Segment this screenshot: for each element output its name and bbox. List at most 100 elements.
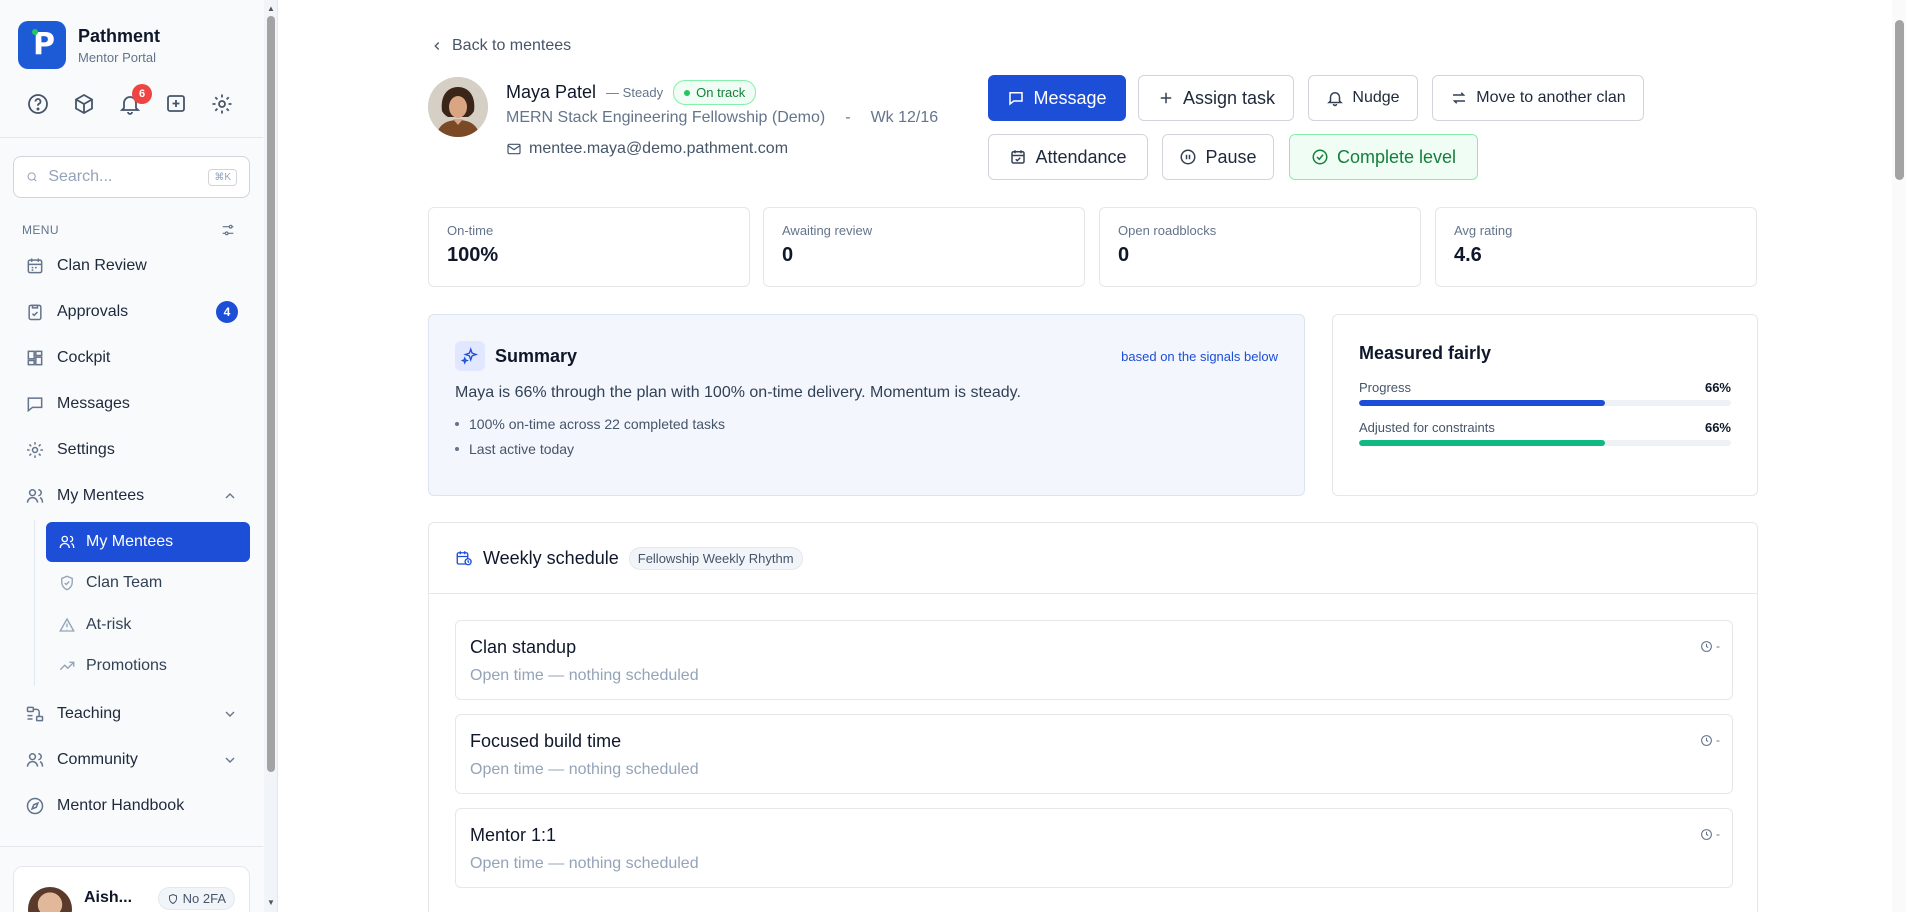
schedule-slot[interactable]: Clan standup Open time — nothing schedul…	[455, 620, 1733, 700]
page-scrollbar-thumb[interactable]	[1895, 20, 1904, 180]
sidebar-item-my-mentees[interactable]: My Mentees	[13, 476, 250, 516]
sidebar-item-community[interactable]: Community	[13, 740, 250, 780]
sidebar-item-teaching[interactable]: Teaching	[13, 694, 250, 734]
attendance-button-label: Attendance	[1035, 146, 1127, 167]
package-icon[interactable]	[72, 92, 96, 116]
measured-fairly-title: Measured fairly	[1359, 343, 1492, 363]
sidebar-item-label: Cockpit	[57, 349, 111, 366]
main-content: Back to mentees Maya Patel — Steady On t…	[278, 0, 1906, 912]
chevron-up-icon	[225, 493, 235, 499]
weekly-schedule-card: Weekly schedule Fellowship Weekly Rhythm…	[428, 522, 1758, 912]
bell-icon	[1327, 92, 1344, 107]
sidebar-item-label: Mentor Handbook	[57, 797, 185, 814]
shield-icon	[61, 575, 73, 591]
users-icon	[59, 535, 75, 549]
sidebar-item-label: Messages	[57, 395, 130, 412]
slot-time: -	[1700, 733, 1720, 747]
menu-heading-label: MENU	[22, 223, 59, 237]
sidebar-subitem-at-risk[interactable]: At-risk	[46, 605, 250, 645]
clock-icon	[1701, 640, 1712, 652]
sidebar-scrollbar-thumb[interactable]	[267, 16, 275, 772]
progress-bar-fill	[1359, 400, 1605, 406]
slot-time: -	[1700, 639, 1720, 653]
sliders-icon[interactable]	[220, 222, 236, 238]
sidebar-subitem-promotions[interactable]: Promotions	[46, 646, 250, 686]
chevron-left-icon	[434, 42, 440, 50]
message-icon	[27, 397, 43, 413]
search-box[interactable]: ⌘K	[13, 156, 250, 198]
sidebar-item-cockpit[interactable]: Cockpit	[13, 338, 250, 378]
sidebar-item-clan-review[interactable]: Clan Review	[13, 246, 250, 286]
summary-bullets: 100% on-time across 22 completed tasks L…	[455, 416, 1278, 457]
divider	[0, 846, 263, 847]
sidebar-subitem-clan-team[interactable]: Clan Team	[46, 563, 250, 603]
calendar-check-icon	[1011, 150, 1026, 164]
mentee-program-line: MERN Stack Engineering Fellowship (Demo)…	[506, 109, 938, 127]
attendance-button[interactable]: Attendance	[988, 134, 1148, 180]
complete-level-button-label: Complete level	[1336, 146, 1457, 167]
summary-bullet: 100% on-time across 22 completed tasks	[455, 416, 1278, 432]
back-to-mentees-link[interactable]: Back to mentees	[430, 37, 571, 55]
mentee-email-line: mentee.maya@demo.pathment.com	[506, 140, 788, 158]
sidebar-item-mentor-handbook[interactable]: Mentor Handbook	[13, 786, 250, 826]
summary-signals-link[interactable]: based on the signals below	[1121, 349, 1278, 364]
weekly-schedule-header: Weekly schedule Fellowship Weekly Rhythm	[429, 523, 1757, 594]
sidebar-subitem-label: Promotions	[86, 657, 167, 674]
avatar	[28, 887, 72, 912]
clock-icon	[1701, 734, 1712, 746]
swap-icon	[1452, 92, 1466, 104]
add-post-icon[interactable]	[164, 92, 188, 116]
assign-task-button[interactable]: Assign task	[1138, 75, 1294, 121]
scroll-down-arrow[interactable]: ▼	[266, 898, 276, 907]
sidebar-item-label: Community	[57, 751, 138, 768]
clipboard-check-icon	[28, 304, 42, 321]
twofa-label: No 2FA	[182, 891, 226, 906]
complete-level-button[interactable]: Complete level	[1289, 134, 1478, 180]
schedule-slot[interactable]: Focused build time Open time — nothing s…	[455, 714, 1733, 794]
notification-count-badge: 6	[132, 84, 152, 104]
adjusted-bar-row: Adjusted for constraints 66%	[1359, 420, 1731, 446]
sidebar-item-messages[interactable]: Messages	[13, 384, 250, 424]
sidebar-item-label: My Mentees	[57, 487, 145, 504]
adjusted-bar-fill	[1359, 440, 1605, 446]
back-label: Back to mentees	[452, 37, 572, 54]
user-card[interactable]: Aish... No 2FA	[13, 866, 250, 912]
bell-icon[interactable]: 6	[118, 84, 152, 116]
help-icon[interactable]	[26, 92, 50, 116]
scroll-up-arrow[interactable]: ▲	[266, 4, 276, 13]
weekly-schedule-title: Weekly schedule	[483, 547, 619, 568]
sidebar-subitem-my-mentees[interactable]: My Mentees	[46, 522, 250, 562]
message-button[interactable]: Message	[988, 75, 1126, 121]
compass-icon	[26, 797, 44, 815]
pause-button[interactable]: Pause	[1162, 134, 1274, 180]
brand-subtitle: Mentor Portal	[78, 49, 157, 65]
summary-text: Maya is 66% through the plan with 100% o…	[455, 384, 1021, 401]
stat-value: 4.6	[1454, 244, 1482, 266]
progress-bar-track	[1359, 400, 1731, 406]
adjusted-percent: 66%	[1704, 420, 1731, 435]
mentee-email[interactable]: mentee.maya@demo.pathment.com	[529, 140, 788, 158]
schedule-slot[interactable]: Mentor 1:1 Open time — nothing scheduled…	[455, 808, 1733, 888]
sidebar-item-approvals[interactable]: Approvals 4	[13, 292, 250, 332]
sidebar-subitem-label: Clan Team	[86, 574, 163, 591]
sidebar-item-settings[interactable]: Settings	[13, 430, 250, 470]
search-input[interactable]	[48, 168, 199, 186]
shield-icon	[168, 893, 177, 904]
nudge-button[interactable]: Nudge	[1308, 75, 1418, 121]
stat-label: Awaiting review	[782, 223, 873, 238]
calendar-icon	[27, 258, 43, 274]
slot-name: Mentor 1:1	[470, 825, 557, 845]
progress-percent: 66%	[1704, 380, 1731, 395]
gear-icon[interactable]	[210, 92, 234, 116]
stat-card-on-time: On-time 100%	[428, 207, 750, 287]
status-badge: On track	[673, 80, 757, 105]
brand[interactable]: P Pathment Mentor Portal	[18, 21, 160, 69]
stat-value: 0	[1118, 244, 1130, 266]
sidebar-subitem-label: At-risk	[86, 616, 132, 633]
summary-bullet: Last active today	[455, 441, 1278, 457]
approvals-count-badge: 4	[216, 301, 238, 323]
user-name: Aish...	[84, 889, 133, 906]
trending-up-icon	[59, 661, 75, 671]
sidebar: P Pathment Mentor Portal 6 ⌘K ME	[0, 0, 278, 912]
move-to-another-clan-button[interactable]: Move to another clan	[1432, 75, 1644, 121]
